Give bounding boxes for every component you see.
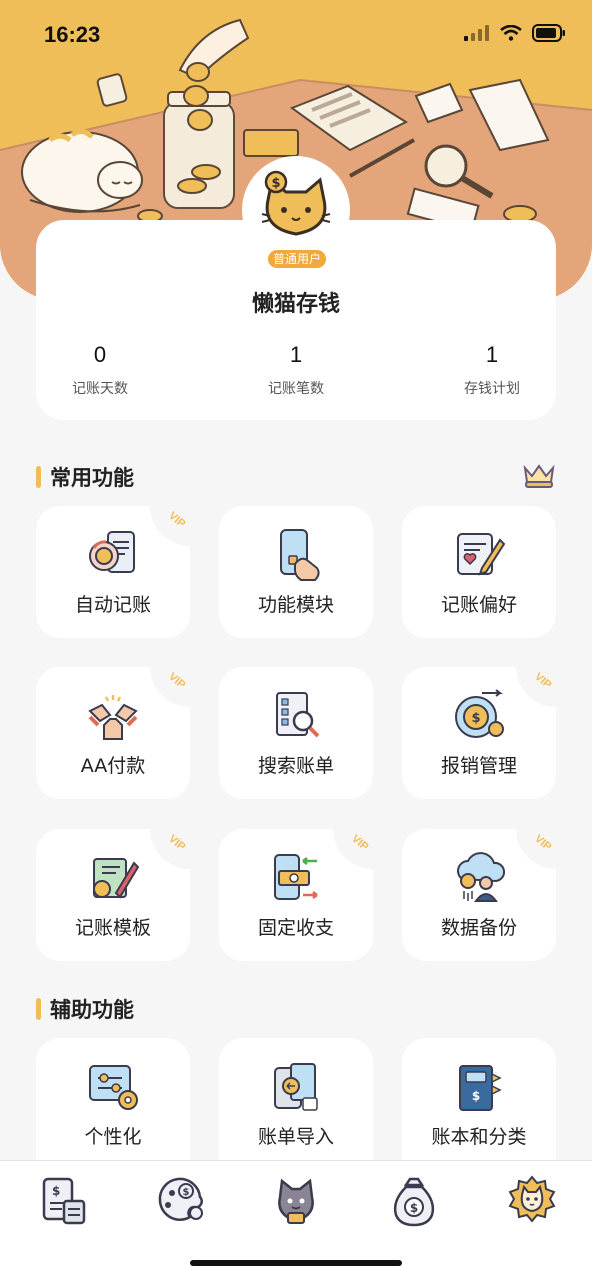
tile-function-module[interactable]: 功能模块 bbox=[219, 506, 373, 638]
vip-tag: VIP bbox=[532, 832, 554, 854]
stat-bookkeeping-days[interactable]: 0 记账天数 bbox=[40, 342, 160, 398]
vip-corner: VIP bbox=[150, 506, 190, 546]
money-bag-icon[interactable]: $ bbox=[388, 1175, 440, 1227]
vip-corner: VIP bbox=[516, 667, 556, 707]
svg-text:$: $ bbox=[52, 1184, 60, 1198]
data-backup-icon bbox=[457, 852, 505, 902]
tile-reimbursement[interactable]: $ 报销管理 VIP bbox=[402, 667, 556, 799]
stat-label: 存钱计划 bbox=[464, 381, 520, 397]
stat-label: 记账笔数 bbox=[268, 381, 324, 397]
tile-label: 记账模板 bbox=[74, 917, 151, 939]
tile-data-backup[interactable]: 数据备份 VIP bbox=[402, 829, 556, 961]
tile-label: 搜索账单 bbox=[257, 755, 334, 777]
stat-value: 0 bbox=[93, 342, 107, 367]
tile-label: 账本和分类 bbox=[431, 1126, 527, 1148]
stat-label: 记账天数 bbox=[72, 381, 128, 397]
tile-label: 固定收支 bbox=[257, 917, 334, 939]
signal-icon bbox=[464, 25, 489, 41]
bill-import-icon bbox=[274, 1063, 318, 1111]
reimbursement-icon: $ bbox=[455, 689, 504, 738]
aa-payment-icon bbox=[88, 695, 138, 740]
tile-label: 个性化 bbox=[84, 1126, 142, 1148]
ledger-category-icon: $ bbox=[459, 1065, 502, 1111]
cat-avatar-icon: $ bbox=[261, 170, 331, 236]
tile-label: 自动记账 bbox=[74, 594, 151, 616]
tile-label: 数据备份 bbox=[440, 917, 517, 939]
vip-tag: VIP bbox=[349, 832, 371, 854]
tile-template[interactable]: 记账模板 VIP bbox=[36, 829, 190, 961]
section-title-common: 常用功能 bbox=[36, 462, 134, 492]
vip-corner: VIP bbox=[150, 667, 190, 707]
tile-label: 报销管理 bbox=[440, 755, 517, 777]
vip-tag: VIP bbox=[532, 670, 554, 692]
stat-value: 1 bbox=[485, 342, 499, 367]
bill-calculator-icon[interactable]: $ bbox=[38, 1175, 90, 1227]
svg-text:$: $ bbox=[472, 1089, 480, 1103]
vip-corner: VIP bbox=[516, 829, 556, 869]
stat-saving-plans[interactable]: 1 存钱计划 bbox=[432, 342, 552, 398]
tile-fixed-income-expense[interactable]: 固定收支 VIP bbox=[219, 829, 373, 961]
user-level-badge: 普通用户 bbox=[266, 248, 328, 270]
wifi-icon bbox=[500, 25, 522, 41]
tile-bill-import[interactable]: 账单导入 bbox=[219, 1038, 373, 1160]
bookkeeping-preference-icon bbox=[457, 533, 506, 576]
vip-corner: VIP bbox=[150, 829, 190, 869]
tile-personalize[interactable]: 个性化 bbox=[36, 1038, 190, 1160]
tile-label: 功能模块 bbox=[257, 594, 334, 616]
stat-bookkeeping-count[interactable]: 1 记账笔数 bbox=[236, 342, 356, 398]
status-bar: 16:23 bbox=[0, 0, 592, 70]
section-title-assist: 辅助功能 bbox=[36, 994, 134, 1024]
vip-corner: VIP bbox=[333, 829, 373, 869]
battery-icon bbox=[532, 24, 565, 42]
cat-icon[interactable] bbox=[270, 1175, 322, 1227]
vip-tag: VIP bbox=[166, 509, 188, 531]
crown-icon[interactable] bbox=[522, 460, 556, 490]
template-icon bbox=[93, 858, 140, 899]
svg-text:$: $ bbox=[183, 1187, 190, 1198]
vip-tag: VIP bbox=[166, 832, 188, 854]
vip-tag: VIP bbox=[166, 670, 188, 692]
stat-value: 1 bbox=[289, 342, 303, 367]
fixed-income-expense-icon bbox=[274, 854, 318, 900]
username: 懒猫存钱 bbox=[251, 292, 340, 317]
auto-bookkeeping-icon bbox=[89, 531, 135, 573]
svg-text:$: $ bbox=[471, 711, 480, 726]
cat-face-sun-icon[interactable] bbox=[506, 1175, 558, 1227]
tile-label: AA付款 bbox=[80, 755, 146, 777]
svg-text:$: $ bbox=[410, 1201, 418, 1215]
search-bill-icon bbox=[276, 692, 320, 738]
tile-bookkeeping-preference[interactable]: 记账偏好 bbox=[402, 506, 556, 638]
tile-label: 记账偏好 bbox=[440, 594, 517, 616]
status-time: 16:23 bbox=[44, 22, 101, 47]
tile-aa-payment[interactable]: AA付款 VIP bbox=[36, 667, 190, 799]
function-module-icon bbox=[280, 529, 320, 581]
status-icons bbox=[464, 24, 566, 42]
tile-search-bill[interactable]: 搜索账单 bbox=[219, 667, 373, 799]
tile-auto-bookkeeping[interactable]: 自动记账 VIP bbox=[36, 506, 190, 638]
tile-label: 账单导入 bbox=[257, 1126, 334, 1148]
tile-ledger-category[interactable]: $ 账本和分类 bbox=[402, 1038, 556, 1160]
svg-text:$: $ bbox=[271, 176, 280, 191]
coin-palette-icon[interactable]: $ bbox=[154, 1175, 206, 1227]
personalize-icon bbox=[89, 1065, 138, 1110]
home-indicator bbox=[190, 1260, 402, 1266]
